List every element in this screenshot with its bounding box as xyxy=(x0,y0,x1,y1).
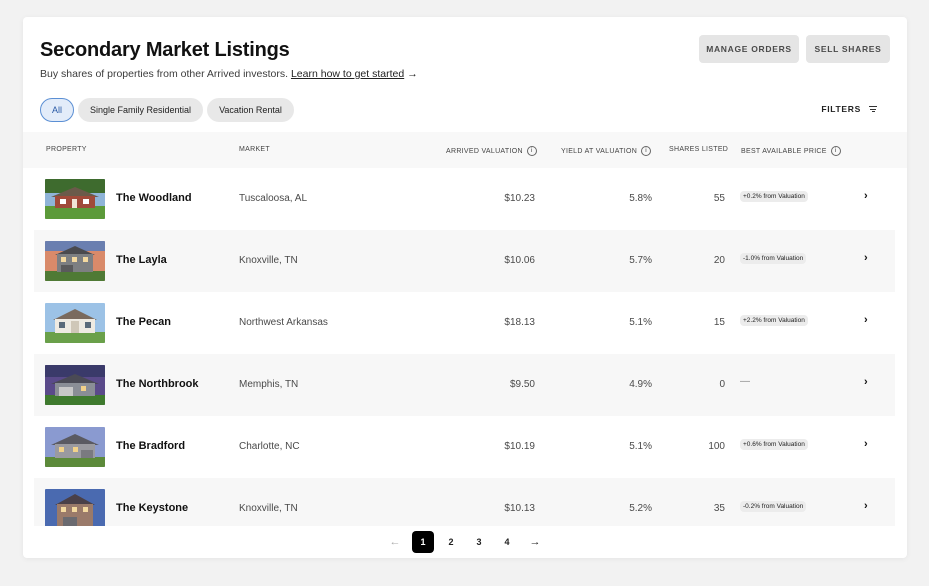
table-row[interactable]: The Layla Knoxville, TN $10.06 5.7% 20 -… xyxy=(34,230,895,292)
manage-orders-button[interactable]: MANAGE ORDERS xyxy=(699,35,799,63)
property-photo xyxy=(45,303,105,343)
col-shares-listed[interactable]: SHARES LISTED xyxy=(669,146,728,153)
table-row[interactable]: The Bradford Charlotte, NC $10.19 5.1% 1… xyxy=(34,416,895,478)
property-yield: 4.9% xyxy=(629,379,652,390)
page-button-2[interactable]: 2 xyxy=(440,531,462,553)
property-name: The Northbrook xyxy=(116,378,199,390)
page-title: Secondary Market Listings xyxy=(40,39,290,61)
property-valuation: $10.23 xyxy=(504,193,535,204)
property-market: Knoxville, TN xyxy=(239,503,298,514)
best-price-empty: — xyxy=(740,376,750,387)
info-icon[interactable]: i xyxy=(830,146,841,156)
filters-label: FILTERS xyxy=(821,104,861,114)
info-icon[interactable]: i xyxy=(641,146,652,156)
property-market: Charlotte, NC xyxy=(239,441,300,452)
property-shares-listed: 0 xyxy=(719,379,725,390)
table-body: The Woodland Tuscaloosa, AL $10.23 5.8% … xyxy=(34,168,895,526)
filters-button[interactable]: FILTERS xyxy=(821,104,877,114)
learn-how-link[interactable]: Learn how to get started xyxy=(291,68,404,80)
property-market: Northwest Arkansas xyxy=(239,317,328,328)
best-price-badge: -1.0% from Valuation xyxy=(740,253,807,264)
property-valuation: $9.50 xyxy=(509,379,535,390)
property-name: The Bradford xyxy=(116,440,186,452)
col-best-available-price[interactable]: BEST AVAILABLE PRICE i xyxy=(741,146,841,156)
chevron-right-icon[interactable]: › xyxy=(864,252,868,264)
col-market[interactable]: MARKET xyxy=(239,146,270,153)
page-button-4[interactable]: 4 xyxy=(496,531,518,553)
property-yield: 5.2% xyxy=(629,503,652,514)
sell-shares-button[interactable]: SELL SHARES xyxy=(806,35,890,63)
chip-vacation-rental[interactable]: Vacation Rental xyxy=(207,98,294,122)
property-yield: 5.8% xyxy=(629,193,652,204)
property-name: The Layla xyxy=(116,254,167,266)
chevron-right-icon[interactable]: › xyxy=(864,376,868,388)
property-market: Tuscaloosa, AL xyxy=(239,193,308,204)
property-name: The Woodland xyxy=(116,192,192,204)
chevron-right-icon[interactable]: › xyxy=(864,438,868,450)
property-photo xyxy=(45,365,105,405)
arrow-right-icon: → xyxy=(407,68,418,80)
table-row[interactable]: The Woodland Tuscaloosa, AL $10.23 5.8% … xyxy=(34,168,895,230)
filter-lines-icon xyxy=(869,105,877,114)
property-name: The Keystone xyxy=(116,502,189,514)
col-arrived-valuation[interactable]: ARRIVED VALUATION i xyxy=(446,146,537,156)
property-valuation: $18.13 xyxy=(504,317,535,328)
table-row[interactable]: The Pecan Northwest Arkansas $18.13 5.1%… xyxy=(34,292,895,354)
property-yield: 5.1% xyxy=(629,317,652,328)
page-button-3[interactable]: 3 xyxy=(468,531,490,553)
chevron-right-icon[interactable]: › xyxy=(864,500,868,512)
page-button-1[interactable]: 1 xyxy=(412,531,434,553)
chip-single-family-residential[interactable]: Single Family Residential xyxy=(78,98,204,122)
subtitle-text: Buy shares of properties from other Arri… xyxy=(40,68,289,80)
property-photo xyxy=(45,489,105,526)
property-yield: 5.7% xyxy=(629,255,652,266)
property-valuation: $10.06 xyxy=(504,255,535,266)
chevron-right-icon[interactable]: › xyxy=(864,314,868,326)
listings-card: Secondary Market Listings Buy shares of … xyxy=(23,17,907,558)
best-price-badge: +0.6% from Valuation xyxy=(740,439,808,450)
property-photo xyxy=(45,179,105,219)
property-valuation: $10.13 xyxy=(504,503,535,514)
info-icon[interactable]: i xyxy=(526,146,537,156)
property-photo xyxy=(45,427,105,467)
page-subtitle: Buy shares of properties from other Arri… xyxy=(40,68,418,80)
table-row[interactable]: The Northbrook Memphis, TN $9.50 4.9% 0 … xyxy=(34,354,895,416)
property-name: The Pecan xyxy=(116,316,172,328)
property-shares-listed: 35 xyxy=(713,503,725,514)
best-price-badge: +2.2% from Valuation xyxy=(740,315,808,326)
property-shares-listed: 20 xyxy=(713,255,725,266)
table-row[interactable]: The Keystone Knoxville, TN $10.13 5.2% 3… xyxy=(34,478,895,526)
table-header: PROPERTY MARKET ARRIVED VALUATION i YIELD… xyxy=(23,132,907,168)
chevron-right-icon[interactable]: › xyxy=(864,190,868,202)
property-market: Memphis, TN xyxy=(239,379,299,390)
chip-all[interactable]: All xyxy=(40,98,75,122)
next-page-button[interactable]: → xyxy=(524,531,546,553)
col-yield-at-valuation[interactable]: YIELD AT VALUATION i xyxy=(561,146,652,156)
property-photo xyxy=(45,241,105,281)
property-shares-listed: 15 xyxy=(713,317,725,328)
property-shares-listed: 100 xyxy=(708,441,725,452)
property-market: Knoxville, TN xyxy=(239,255,298,266)
property-valuation: $10.19 xyxy=(504,441,535,452)
property-yield: 5.1% xyxy=(629,441,652,452)
best-price-badge: +0.2% from Valuation xyxy=(740,191,808,202)
col-property[interactable]: PROPERTY xyxy=(46,146,87,153)
prev-page-button[interactable]: ← xyxy=(384,531,406,553)
best-price-badge: -0.2% from Valuation xyxy=(740,501,807,512)
pagination: ← 1 2 3 4 → xyxy=(23,531,907,553)
property-shares-listed: 55 xyxy=(713,193,725,204)
filter-chips: All Single Family Residential Vacation R… xyxy=(40,98,294,122)
